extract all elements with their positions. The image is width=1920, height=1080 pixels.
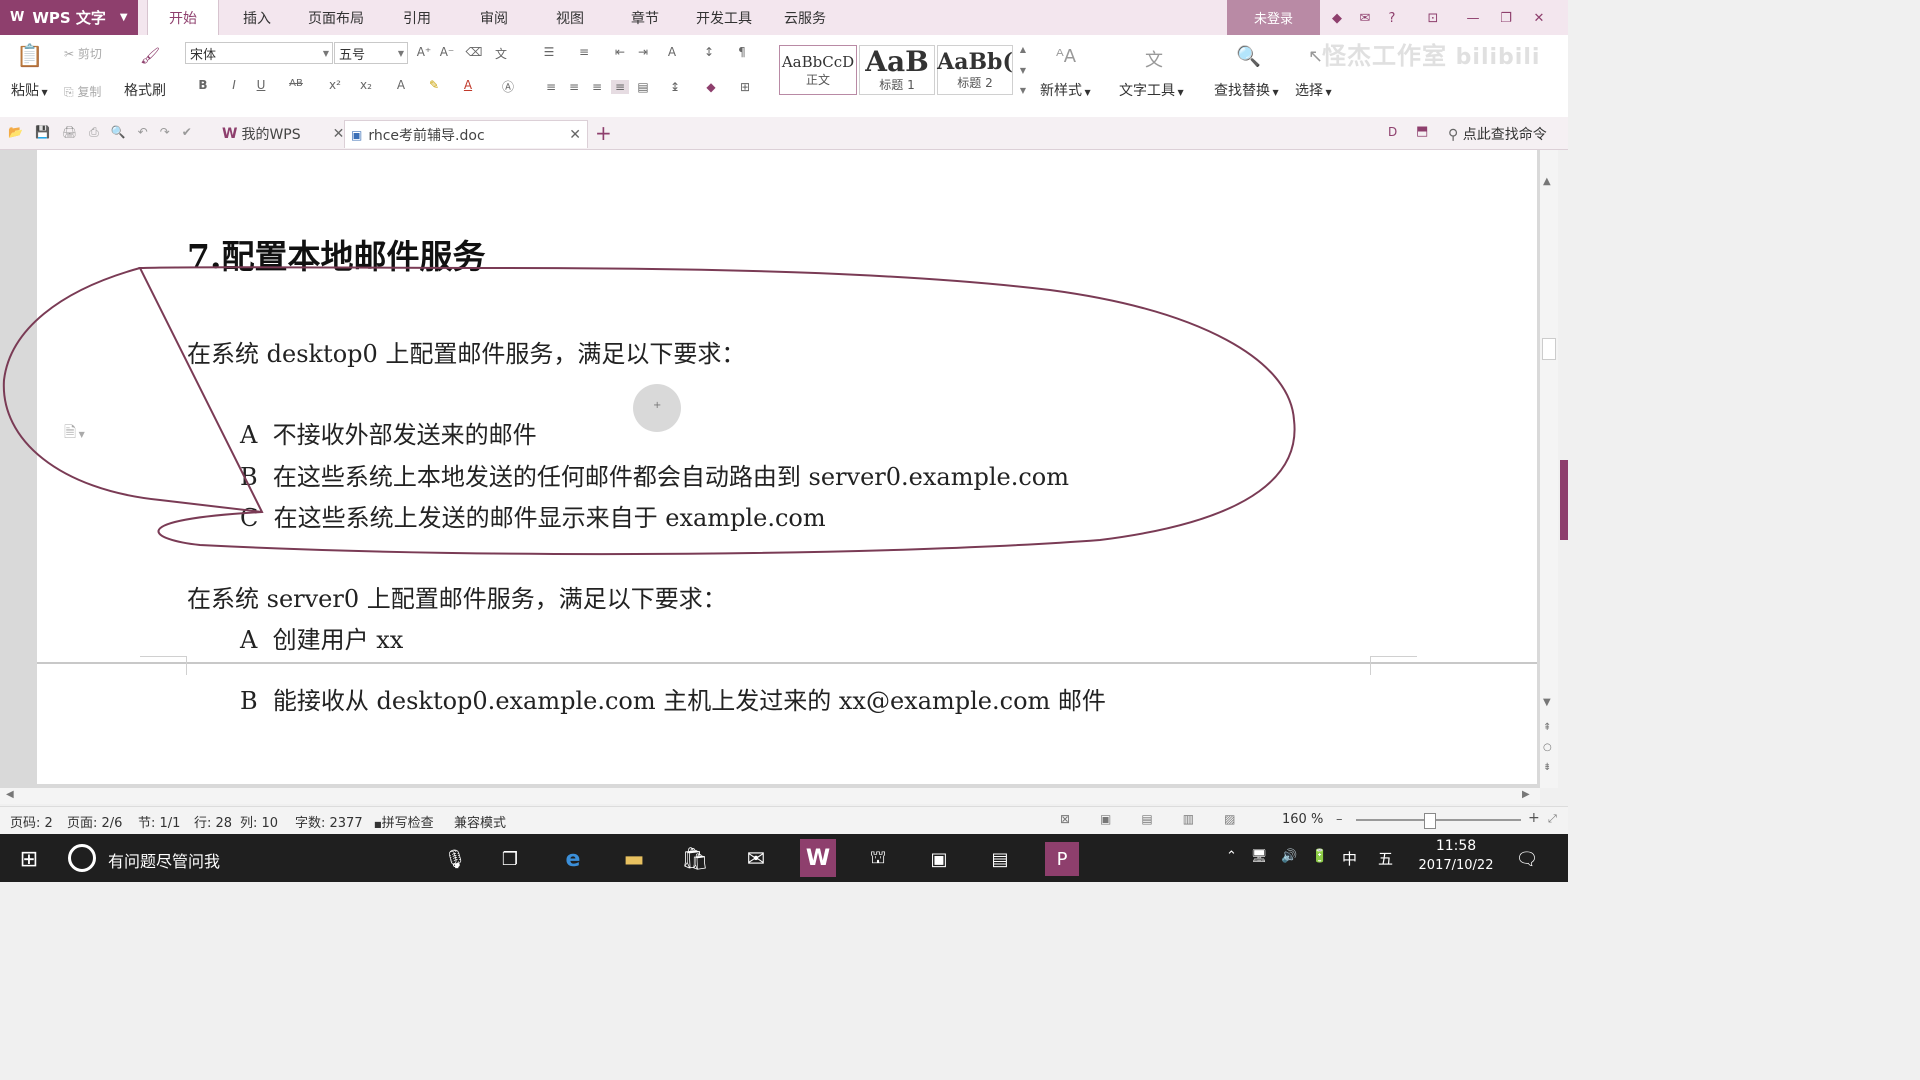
- scroll-down-icon[interactable]: ▼: [1543, 697, 1551, 708]
- microphone-icon[interactable]: 🎙: [438, 842, 472, 876]
- zoom-slider[interactable]: [1356, 819, 1521, 821]
- status-row: 行: 28: [194, 816, 233, 831]
- page-nav-icon[interactable]: ⇞ ○ ⇟: [1543, 718, 1552, 778]
- wps-presentation-icon[interactable]: P: [1045, 842, 1079, 876]
- mail-icon[interactable]: ✉: [739, 842, 773, 876]
- side-panel-toggle[interactable]: [1560, 460, 1568, 540]
- horizontal-scrollbar[interactable]: [0, 788, 1540, 804]
- task-view-icon[interactable]: ❐: [493, 842, 527, 876]
- clock[interactable]: 11:58 2017/10/22: [1418, 838, 1494, 873]
- scroll-left-icon[interactable]: ◀: [6, 789, 14, 800]
- scroll-right-icon[interactable]: ▶: [1522, 789, 1530, 800]
- windows-start-icon[interactable]: ⊞: [12, 842, 46, 876]
- status-bar: [0, 806, 1568, 835]
- search-box[interactable]: 有问题尽管问我: [108, 848, 220, 872]
- file-explorer-icon[interactable]: ▬: [617, 842, 651, 876]
- status-section: 节: 1/1: [138, 816, 181, 831]
- system-tray-icons[interactable]: ⌃🖥🔊🔋: [1226, 849, 1342, 864]
- zoom-in-icon[interactable]: +: [1528, 810, 1540, 826]
- scroll-up-icon[interactable]: ▲: [1543, 176, 1551, 187]
- annotation-ellipse: [2, 266, 1296, 556]
- store-icon[interactable]: 🛍: [678, 842, 712, 876]
- zoom-level[interactable]: 160 %: [1282, 812, 1323, 827]
- fit-window-icon[interactable]: ⤢: [1548, 812, 1557, 826]
- remote-desktop-icon[interactable]: ▤: [983, 842, 1017, 876]
- spell-check-toggle[interactable]: ■拼写检查: [374, 812, 434, 831]
- edge-browser-icon[interactable]: e: [556, 842, 590, 876]
- ime-wubi[interactable]: 五: [1378, 848, 1393, 869]
- status-pages[interactable]: 页面: 2/6: [67, 812, 122, 831]
- vm-app-icon[interactable]: ▣: [922, 842, 956, 876]
- zoom-slider-thumb[interactable]: [1423, 813, 1436, 829]
- compat-mode: 兼容模式: [454, 816, 507, 831]
- cortana-icon[interactable]: [68, 844, 96, 872]
- zoom-out-icon[interactable]: –: [1336, 812, 1343, 827]
- vertical-scrollbar[interactable]: [1540, 150, 1558, 788]
- network-app-icon[interactable]: ⛫: [861, 842, 895, 876]
- cursor-icon: +: [653, 400, 662, 411]
- wps-writer-taskbar-icon[interactable]: W: [800, 839, 836, 877]
- ime-chinese[interactable]: 中: [1342, 848, 1357, 869]
- view-mode-buttons[interactable]: ⊠▣▤▥▨: [1060, 812, 1265, 826]
- status-col: 列: 10: [240, 816, 279, 831]
- notification-icon[interactable]: 🗨: [1510, 842, 1544, 876]
- status-word-count[interactable]: 字数: 2377: [295, 812, 363, 831]
- scrollbar-thumb[interactable]: [1542, 338, 1556, 360]
- status-page-num[interactable]: 页码: 2: [10, 812, 53, 831]
